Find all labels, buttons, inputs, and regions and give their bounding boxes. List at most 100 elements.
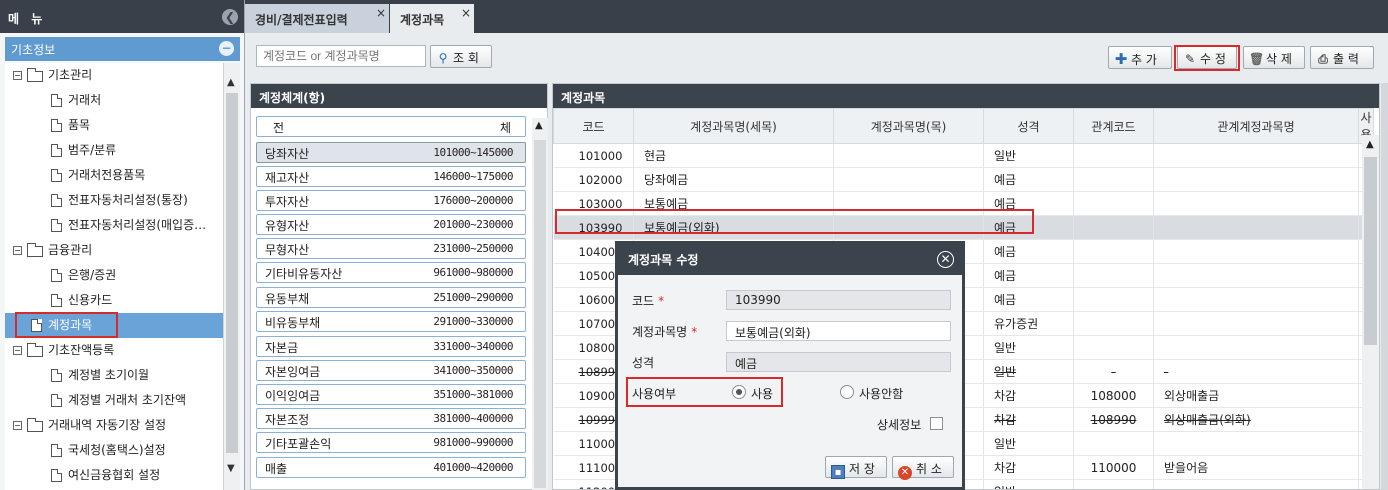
tree-item[interactable]: 전표자동처리설정(통장) bbox=[5, 188, 223, 213]
category-item[interactable]: 자본잉여금 341000~350000 bbox=[256, 360, 526, 381]
tab-account-subject[interactable]: 계정과목 × bbox=[390, 4, 474, 33]
category-item[interactable]: 비유동부채 291000~330000 bbox=[256, 311, 526, 332]
sidebar-section-header[interactable]: 기초정보 − bbox=[5, 37, 240, 61]
selected-row-highlight bbox=[555, 209, 1034, 234]
close-tab-icon[interactable]: × bbox=[376, 6, 386, 20]
code-field: 103990 bbox=[726, 290, 951, 310]
search-button[interactable]: ⚲ 조 회 bbox=[430, 45, 492, 68]
cell-rel-code bbox=[1073, 215, 1154, 240]
tab-label: 계정과목 bbox=[400, 13, 445, 27]
tree-item[interactable]: 범주/분류 bbox=[5, 138, 223, 163]
tree-item[interactable]: 계정별 초기이월 bbox=[5, 363, 223, 388]
page-scrollbar[interactable] bbox=[1381, 83, 1388, 490]
print-button[interactable]: ⎙ 출 력 bbox=[1310, 46, 1374, 69]
cell-rel-name bbox=[1153, 479, 1359, 489]
category-item[interactable]: 재고자산 146000~175000 bbox=[256, 166, 526, 187]
edit-account-dialog: 계정과목 수정 ✕ 코드 * 103990 계정과목명 * 보통예금(외화) 성격 … bbox=[615, 241, 965, 490]
cell-kind: 예금 bbox=[983, 239, 1074, 264]
category-range: 251000~290000 bbox=[433, 291, 513, 304]
collapse-toggle-icon[interactable]: − bbox=[13, 346, 22, 355]
tree-item[interactable]: 거래처 bbox=[5, 88, 223, 113]
add-button-label: 추 가 bbox=[1131, 53, 1157, 67]
sidebar-title: 메 뉴 bbox=[8, 12, 47, 26]
tree-folder[interactable]: − 금융관리 bbox=[5, 238, 223, 263]
col-name-mok[interactable]: 계정과목명(목) bbox=[833, 108, 984, 144]
table-row[interactable]: 101000 현금 일반 bbox=[553, 143, 1374, 168]
category-item[interactable]: 유형자산 201000~230000 bbox=[256, 214, 526, 235]
detail-checkbox[interactable] bbox=[930, 417, 943, 430]
category-item[interactable]: 기타비유동자산 961000~980000 bbox=[256, 262, 526, 283]
tree-folder[interactable]: − 거래내역 자동기장 설정 bbox=[5, 413, 223, 438]
scroll-down-icon[interactable]: ▼ bbox=[227, 463, 235, 474]
sidebar-scrollbar[interactable]: ▲ ▼ bbox=[223, 63, 240, 490]
category-item[interactable]: 자본조정 381000~400000 bbox=[256, 408, 526, 429]
category-item[interactable]: 투자자산 176000~200000 bbox=[256, 190, 526, 211]
category-item[interactable]: 이익잉여금 351000~381000 bbox=[256, 384, 526, 405]
col-rel-code[interactable]: 관계코드 bbox=[1073, 108, 1154, 144]
close-icon[interactable]: ✕ bbox=[937, 251, 954, 268]
category-item[interactable]: 당좌자산 101000~145000 bbox=[256, 142, 526, 163]
search-input[interactable] bbox=[256, 45, 426, 67]
tree-item[interactable]: 전표자동처리설정(매입증… bbox=[5, 213, 223, 238]
category-scrollbar[interactable]: ▲ bbox=[532, 118, 548, 490]
account-name-field[interactable]: 보통예금(외화) bbox=[726, 321, 951, 341]
kind-field: 예금 bbox=[726, 352, 951, 372]
category-all-button[interactable]: 전 체 bbox=[256, 116, 526, 137]
tree-item[interactable]: 신용카드 bbox=[5, 288, 223, 313]
scroll-thumb[interactable] bbox=[534, 140, 546, 488]
tree-item[interactable]: 품목 bbox=[5, 113, 223, 138]
cell-mok bbox=[833, 143, 984, 168]
nouse-radio[interactable] bbox=[840, 385, 854, 399]
delete-button[interactable]: 🗑 삭 제 bbox=[1243, 46, 1305, 69]
table-row[interactable]: 102000 당좌예금 예금 bbox=[553, 167, 1374, 192]
required-mark: * bbox=[658, 294, 665, 308]
collapse-toggle-icon[interactable]: − bbox=[13, 246, 22, 255]
col-name-semok[interactable]: 계정과목명(세목) bbox=[633, 108, 834, 144]
cell-rel-code bbox=[1073, 431, 1154, 456]
collapse-sidebar-icon[interactable]: ❮ bbox=[222, 9, 238, 25]
category-item[interactable]: 유동부채 251000~290000 bbox=[256, 287, 526, 308]
col-rel-name[interactable]: 관계계정과목명 bbox=[1153, 108, 1359, 144]
tab-expense-voucher[interactable]: 경비/결제전표입력 × bbox=[245, 4, 389, 33]
cancel-button[interactable]: ✕ 취 소 bbox=[892, 456, 954, 480]
col-kind[interactable]: 성격 bbox=[983, 108, 1074, 144]
tree-folder[interactable]: − 기초관리 bbox=[5, 63, 223, 88]
save-button[interactable]: ▪ 저 장 bbox=[825, 456, 887, 479]
cell-rel-code bbox=[1073, 167, 1154, 192]
category-item[interactable]: 매출 401000~420000 bbox=[256, 457, 526, 478]
tree-item[interactable]: 여신금융협회 설정 bbox=[5, 463, 223, 488]
scroll-up-icon[interactable]: ▲ bbox=[227, 77, 235, 88]
scroll-thumb[interactable] bbox=[1364, 157, 1377, 345]
scroll-thumb[interactable] bbox=[226, 93, 238, 453]
cell-rel-name: 외상매출금 bbox=[1153, 383, 1359, 408]
category-range: 291000~330000 bbox=[433, 315, 513, 328]
category-item[interactable]: 무형자산 231000~250000 bbox=[256, 238, 526, 259]
close-tab-icon[interactable]: × bbox=[461, 6, 471, 20]
category-name: 재고자산 bbox=[265, 171, 310, 185]
add-button[interactable]: ✚ 추 가 bbox=[1108, 46, 1172, 69]
tree-item[interactable]: 국세청(홈택스)설정 bbox=[5, 438, 223, 463]
tree-item[interactable]: 거래처전용품목 bbox=[5, 163, 223, 188]
save-button-label: 저 장 bbox=[849, 462, 875, 476]
collapse-toggle-icon[interactable]: − bbox=[13, 71, 22, 80]
tree-item[interactable]: 계정별 거래처 초기잔액 bbox=[5, 388, 223, 413]
collapse-toggle-icon[interactable]: − bbox=[13, 421, 22, 430]
col-code[interactable]: 코드 bbox=[553, 108, 634, 144]
category-range: 146000~175000 bbox=[433, 170, 513, 183]
document-icon bbox=[51, 94, 62, 107]
tree-folder-label: 기초관리 bbox=[48, 68, 93, 82]
scroll-up-icon[interactable]: ▲ bbox=[535, 120, 543, 131]
cell-rel-name bbox=[1153, 431, 1359, 456]
collapse-section-icon[interactable]: − bbox=[219, 41, 234, 56]
category-item[interactable]: 기타포괄손익 981000~990000 bbox=[256, 432, 526, 453]
kind-label: 성격 bbox=[632, 356, 655, 370]
cell-rel-code bbox=[1073, 143, 1154, 168]
tree-item[interactable]: 은행/증권 bbox=[5, 263, 223, 288]
tree-folder[interactable]: − 기초잔액등록 bbox=[5, 338, 223, 363]
nouse-option-label[interactable]: 사용안함 bbox=[859, 385, 903, 402]
dialog-title: 계정과목 수정 bbox=[628, 253, 699, 267]
scroll-up-icon[interactable]: ▲ bbox=[1366, 139, 1374, 150]
category-item[interactable]: 자본금 331000~340000 bbox=[256, 336, 526, 357]
table-scrollbar[interactable]: ▲ bbox=[1362, 135, 1379, 489]
cell-name: 현금 bbox=[633, 143, 834, 168]
